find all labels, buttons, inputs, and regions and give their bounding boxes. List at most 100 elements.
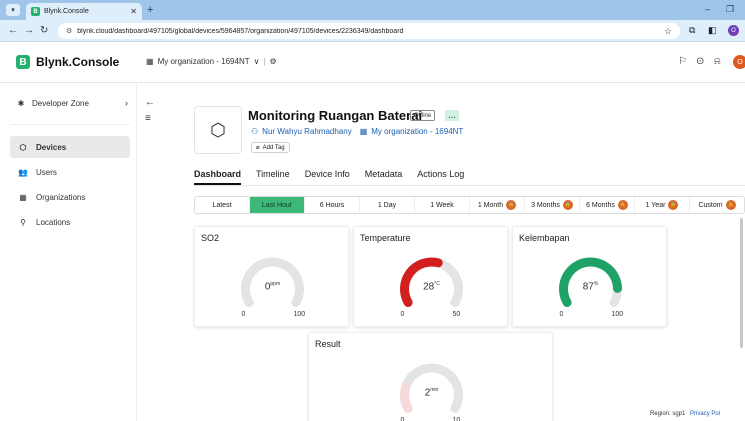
- gauge-value-number: 28: [423, 281, 435, 293]
- chip-icon: ⬡: [19, 142, 27, 152]
- gauge-max: 10: [452, 417, 461, 421]
- megaphone-icon[interactable]: ⚐: [678, 56, 687, 67]
- range-label: 1 Year: [645, 201, 666, 209]
- range-custom[interactable]: Custom 🔒: [690, 197, 744, 213]
- reload-icon[interactable]: ↻: [40, 25, 48, 36]
- tab-title: Blynk.Console: [44, 8, 89, 15]
- lock-icon: 🔒: [617, 200, 628, 210]
- gauge-widget-so2[interactable]: SO2 0ppm 0 100: [194, 226, 349, 327]
- sidepanel-icon[interactable]: ◧: [708, 25, 717, 36]
- help-icon[interactable]: ⊙: [696, 56, 704, 67]
- device-tabs: Dashboard Timeline Device Info Metadata …: [194, 169, 464, 185]
- tab-dashboard[interactable]: Dashboard: [194, 169, 242, 185]
- organization-link[interactable]: My organization - 1694NT: [371, 127, 463, 136]
- browser-profile-avatar[interactable]: O: [728, 25, 739, 36]
- range-label: 1 Month: [477, 201, 504, 209]
- pin-icon: ⚲: [20, 217, 26, 227]
- collapse-arrow-icon[interactable]: ←: [145, 97, 155, 108]
- new-tab-button[interactable]: +: [147, 4, 153, 16]
- range-label: Latest: [212, 201, 232, 209]
- chevron-right-icon: ›: [125, 98, 128, 108]
- tab-timeline[interactable]: Timeline: [256, 169, 290, 185]
- gauge-arc: [400, 257, 463, 307]
- gauge-max: 100: [611, 311, 624, 318]
- gauge-unit: min: [430, 387, 439, 393]
- browser-tab[interactable]: B Blynk.Console ✕: [26, 3, 142, 20]
- device-owner-line: ⚇ Nur Wahyu Rahmadhany ▦ My organization…: [251, 127, 463, 136]
- range-1-week[interactable]: 1 Week: [415, 197, 470, 213]
- gauge-fill: [400, 382, 413, 413]
- browser-toolbar: ← → ↻ ⚙ blynk.cloud/dashboard/497105/glo…: [0, 20, 745, 42]
- gear-icon[interactable]: ⚙: [270, 57, 277, 66]
- owner-link[interactable]: Nur Wahyu Rahmadhany: [262, 127, 352, 136]
- site-settings-icon[interactable]: ⚙: [66, 27, 72, 35]
- region-label: Region: sgp1: [650, 411, 686, 417]
- gauge-arc: [241, 257, 304, 307]
- user-icon: ⚇: [251, 127, 259, 136]
- back-arrow-icon[interactable]: ←: [8, 25, 18, 36]
- sidebar-item-devices[interactable]: ⬡ Devices: [10, 136, 130, 158]
- sidebar-item-locations[interactable]: ⚲ Locations: [10, 211, 130, 233]
- scrollbar[interactable]: [740, 218, 743, 348]
- device-name: Monitoring Ruangan Baterai: [248, 108, 423, 123]
- forward-arrow-icon[interactable]: →: [24, 25, 34, 36]
- privacy-policy-link[interactable]: Privacy Pol: [690, 411, 720, 417]
- chevron-down-icon: ∨: [253, 57, 260, 66]
- close-tab-icon[interactable]: ✕: [130, 7, 137, 16]
- gauge-value: 28°C: [412, 281, 452, 292]
- lock-icon: 🔒: [668, 200, 679, 210]
- building-icon: ▦: [19, 192, 27, 202]
- blynk-logo-icon: B: [16, 55, 30, 69]
- restore-icon[interactable]: ❐: [726, 4, 734, 15]
- blynk-favicon-icon: B: [31, 7, 40, 16]
- tab-device-info[interactable]: Device Info: [305, 169, 350, 185]
- tab-actions-log[interactable]: Actions Log: [417, 169, 464, 185]
- range-1-day[interactable]: 1 Day: [360, 197, 415, 213]
- separator: |: [263, 57, 266, 66]
- range-latest[interactable]: Latest: [195, 197, 250, 213]
- gauge-widget-kelembapan[interactable]: Kelembapan 87% 0 100: [512, 226, 667, 327]
- gauge-widget-temperature[interactable]: Temperature 28°C 0 50: [353, 226, 508, 327]
- bell-icon[interactable]: ⍾: [714, 56, 721, 67]
- sidebar-item-label: Organizations: [36, 192, 86, 202]
- url-text: blynk.cloud/dashboard/497105/global/devi…: [77, 27, 404, 35]
- sidebar-item-organizations[interactable]: ▦ Organizations: [10, 186, 130, 208]
- gauge-widget-result[interactable]: Result 2min 0 10: [308, 332, 553, 421]
- tab-search-icon[interactable]: ▾: [6, 4, 20, 16]
- tabs-underline: [194, 185, 745, 186]
- range-6-months[interactable]: 6 Months 🔒: [580, 197, 635, 213]
- range-1-year[interactable]: 1 Year 🔒: [635, 197, 690, 213]
- range-3-months[interactable]: 3 Months 🔒: [525, 197, 580, 213]
- add-tag-button[interactable]: ⌀ Add Tag: [251, 142, 290, 153]
- menu-icon[interactable]: ≡: [145, 113, 151, 124]
- app-header: B Blynk.Console ▦ My organization - 1694…: [0, 43, 745, 83]
- device-cube-icon[interactable]: ⬡: [194, 106, 242, 154]
- range-label: Custom: [698, 201, 723, 209]
- organization-switcher[interactable]: ▦ My organization - 1694NT ∨ | ⚙: [146, 57, 277, 66]
- gauge-unit: %: [593, 281, 599, 287]
- sidebar-divider: [10, 124, 130, 125]
- tab-metadata[interactable]: Metadata: [365, 169, 403, 185]
- add-tag-label: Add Tag: [262, 144, 285, 151]
- address-bar[interactable]: ⚙ blynk.cloud/dashboard/497105/global/de…: [58, 23, 680, 39]
- sidebar-item-label: Users: [36, 167, 57, 177]
- range-label: 1 Week: [430, 201, 454, 209]
- sidebar-item-developer-zone[interactable]: ✱ Developer Zone ›: [16, 98, 128, 108]
- range-label: 6 Months: [586, 201, 615, 209]
- lock-icon: 🔒: [562, 200, 573, 210]
- minimize-icon[interactable]: –: [705, 4, 710, 14]
- gauge-min: 0: [559, 311, 564, 318]
- more-options-button[interactable]: …: [445, 110, 459, 121]
- extensions-icon[interactable]: ⧉: [689, 25, 695, 36]
- gauge-min: 0: [400, 417, 405, 421]
- gauge-value: 87%: [571, 281, 611, 292]
- sidebar-item-users[interactable]: 👥 Users: [10, 161, 130, 183]
- bookmark-star-icon[interactable]: ☆: [664, 26, 672, 37]
- gauge-unit: ppm: [270, 281, 281, 287]
- gauge-value: 0ppm: [253, 281, 293, 292]
- gauge-max: 50: [452, 311, 461, 318]
- range-last-hour[interactable]: Last Hour: [250, 197, 305, 213]
- range-1-month[interactable]: 1 Month 🔒: [470, 197, 525, 213]
- range-6-hours[interactable]: 6 Hours: [305, 197, 360, 213]
- user-avatar[interactable]: O: [733, 55, 745, 69]
